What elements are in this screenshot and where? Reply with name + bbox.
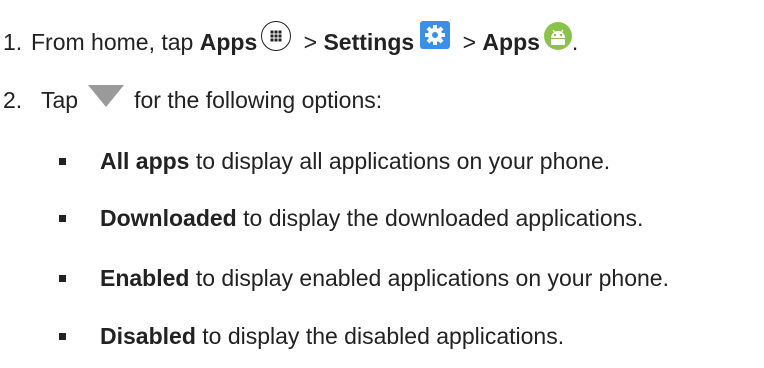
apps-grid-icon [261, 21, 292, 51]
settings-label: Settings [323, 28, 415, 55]
option-desc: to display all applications on your phon… [189, 147, 611, 174]
dropdown-triangle-icon [88, 85, 125, 107]
settings-gear-icon [420, 21, 451, 49]
option-name: Disabled [100, 322, 196, 349]
bullet [59, 157, 66, 165]
list-item: Disabled to display the disabled applica… [59, 316, 564, 356]
period: . [571, 28, 579, 55]
apps-label: Apps [199, 28, 258, 55]
step-1: 1. From home, tap Apps > Settings > Apps… [3, 21, 579, 62]
step-number: 2. [3, 86, 23, 113]
separator: > [297, 28, 324, 55]
option-desc: to display the downloaded applications. [236, 204, 644, 231]
step-text: From home, tap [31, 28, 200, 55]
step-2: 2. Tap for the following options: [3, 80, 382, 120]
step-text: for the following options: [134, 86, 383, 113]
list-item: Downloaded to display the downloaded app… [59, 198, 643, 238]
apps-label-2: Apps [482, 28, 540, 55]
android-apps-icon [543, 22, 572, 50]
list-item: All apps to display all applications on … [59, 141, 610, 181]
option-desc: to display enabled applications on your … [189, 264, 669, 291]
bullet [59, 274, 66, 282]
list-item: Enabled to display enabled applications … [59, 258, 669, 298]
option-name: All apps [100, 147, 190, 174]
bullet [59, 332, 66, 340]
option-desc: to display the disabled applications. [195, 322, 565, 349]
tap-text: Tap [41, 86, 79, 113]
option-name: Downloaded [100, 204, 237, 231]
separator: > [456, 28, 483, 55]
bullet [59, 214, 66, 222]
option-name: Enabled [100, 264, 190, 291]
step-number: 1. [3, 28, 23, 55]
